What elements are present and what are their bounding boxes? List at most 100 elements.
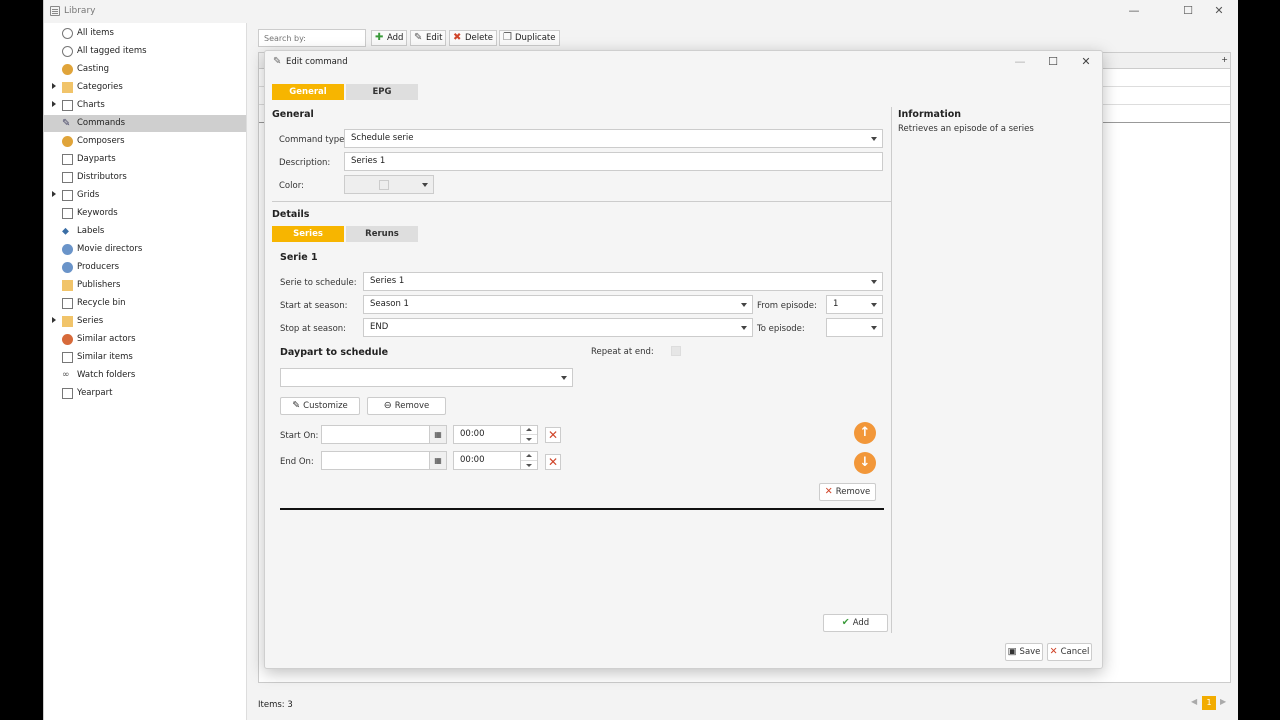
sidebar-item-label: All tagged items — [77, 46, 147, 56]
close-icon[interactable]: ✕ — [1076, 54, 1096, 70]
sidebar-item-recycle-bin[interactable]: Recycle bin — [44, 295, 246, 312]
description-label: Description: — [279, 158, 331, 168]
move-down-icon[interactable]: ↓ — [854, 452, 876, 474]
spin-up-icon[interactable] — [526, 428, 532, 431]
duplicate-button[interactable]: ❐ Duplicate — [499, 30, 560, 46]
sidebar-item-yearpart[interactable]: Yearpart — [44, 385, 246, 402]
search-input[interactable] — [258, 29, 366, 47]
sidebar-item-composers[interactable]: Composers — [44, 133, 246, 150]
spin-down-icon[interactable] — [526, 464, 532, 467]
repeat-at-end-checkbox[interactable] — [671, 346, 681, 356]
command-type-label: Command type: — [279, 135, 348, 145]
sidebar-item-label: Composers — [77, 136, 125, 146]
sidebar-item-labels[interactable]: ⬥ Labels — [44, 223, 246, 240]
sidebar-item-all-items[interactable]: All items — [44, 25, 246, 42]
prev-page-icon[interactable]: ◀ — [1191, 697, 1197, 706]
serie-to-schedule-select[interactable]: Series 1 — [363, 272, 883, 291]
remove-daypart-button[interactable]: ⊖ Remove — [367, 397, 446, 415]
add-button[interactable]: ✚ Add — [371, 30, 408, 46]
start-season-select[interactable]: Season 1 — [363, 295, 753, 314]
tab-general[interactable]: General — [272, 84, 344, 100]
save-button[interactable]: ▣ Save — [1005, 643, 1043, 661]
sidebar-item-movie-directors[interactable]: Movie directors — [44, 241, 246, 258]
minimize-icon[interactable]: — — [1121, 3, 1147, 19]
sidebar-item-producers[interactable]: Producers — [44, 259, 246, 276]
daypart-select[interactable] — [280, 368, 573, 387]
delete-label: Delete — [465, 33, 493, 43]
edit-button[interactable]: ✎ Edit — [410, 30, 447, 46]
spin-up-icon[interactable] — [526, 454, 532, 457]
add-button[interactable]: ✔ Add — [823, 614, 888, 632]
information-text: Retrieves an episode of a series — [898, 124, 1034, 134]
maximize-icon[interactable]: ☐ — [1175, 3, 1201, 19]
close-icon[interactable]: ✕ — [1206, 3, 1232, 19]
move-up-icon[interactable]: ↑ — [854, 422, 876, 444]
tab-epg[interactable]: EPG — [346, 84, 418, 100]
sidebar-item-similar-actors[interactable]: Similar actors — [44, 331, 246, 348]
sidebar-item-all-tagged-items[interactable]: All tagged items — [44, 43, 246, 60]
end-time-stepper[interactable] — [520, 451, 538, 470]
sidebar-item-keywords[interactable]: Keywords — [44, 205, 246, 222]
end-time-input[interactable]: 00:00 — [453, 451, 521, 470]
sidebar-item-similar-items[interactable]: Similar items — [44, 349, 246, 366]
start-on-date-input[interactable] — [321, 425, 430, 444]
calendar-icon — [62, 154, 73, 165]
chevron-down-icon — [871, 326, 877, 330]
spin-down-icon[interactable] — [526, 438, 532, 441]
page-button[interactable]: 1 — [1202, 696, 1216, 710]
expand-arrow-icon[interactable] — [52, 317, 56, 323]
next-page-icon[interactable]: ▶ — [1220, 697, 1226, 706]
chevron-down-icon — [871, 280, 877, 284]
end-on-date-input[interactable] — [321, 451, 430, 470]
calendar-icon[interactable]: ▦ — [429, 425, 447, 444]
stop-season-select[interactable]: END — [363, 318, 753, 337]
maximize-icon[interactable]: ☐ — [1043, 54, 1063, 70]
sidebar-item-charts[interactable]: Charts — [44, 97, 246, 114]
sidebar-item-distributors[interactable]: Distributors — [44, 169, 246, 186]
remove-period-button[interactable]: ✕ Remove — [819, 483, 876, 501]
from-episode-label: From episode: — [757, 301, 817, 311]
to-episode-select[interactable] — [826, 318, 883, 337]
sidebar-item-casting[interactable]: Casting — [44, 61, 246, 78]
calendar-icon — [62, 388, 73, 399]
sidebar-item-watch-folders[interactable]: ∞ Watch folders — [44, 367, 246, 384]
grid-add-column-icon[interactable]: + — [1221, 55, 1228, 64]
folder-icon — [62, 82, 73, 93]
cancel-button[interactable]: ✕ Cancel — [1047, 643, 1092, 661]
sidebar-item-series[interactable]: Series — [44, 313, 246, 330]
customize-button[interactable]: ✎ Customize — [280, 397, 360, 415]
tab-reruns[interactable]: Reruns — [346, 226, 418, 242]
delete-button[interactable]: ✖ Delete — [449, 30, 497, 46]
pencil-icon: ✎ — [414, 32, 423, 43]
delete-x-icon: ✕ — [824, 486, 833, 497]
color-picker[interactable] — [344, 175, 434, 194]
dialog-titlebar: ✎ Edit command — ☐ ✕ — [265, 51, 1102, 73]
start-time-input[interactable]: 00:00 — [453, 425, 521, 444]
sidebar-item-dayparts[interactable]: Dayparts — [44, 151, 246, 168]
from-episode-select[interactable]: 1 — [826, 295, 883, 314]
expand-arrow-icon[interactable] — [52, 191, 56, 197]
sidebar-item-label: Labels — [77, 226, 105, 236]
expand-arrow-icon[interactable] — [52, 101, 56, 107]
minimize-icon[interactable]: — — [1010, 54, 1030, 70]
description-input[interactable]: Series 1 — [344, 152, 883, 171]
sidebar-item-publishers[interactable]: Publishers — [44, 277, 246, 294]
remove-label: Remove — [394, 401, 430, 411]
sidebar-item-label: Movie directors — [77, 244, 143, 254]
expand-arrow-icon[interactable] — [52, 83, 56, 89]
command-type-select[interactable]: Schedule serie — [344, 129, 883, 148]
sidebar-item-label: Casting — [77, 64, 110, 74]
library-icon — [50, 6, 60, 16]
sidebar-item-label: Similar actors — [77, 334, 136, 344]
sidebar-item-grids[interactable]: Grids — [44, 187, 246, 204]
clear-start-button[interactable]: ✕ — [545, 427, 561, 443]
calendar-icon[interactable]: ▦ — [429, 451, 447, 470]
clear-end-button[interactable]: ✕ — [545, 454, 561, 470]
add-label: Add — [852, 618, 870, 628]
start-time-stepper[interactable] — [520, 425, 538, 444]
sidebar-item-categories[interactable]: Categories — [44, 79, 246, 96]
stop-season-label: Stop at season: — [280, 324, 347, 334]
sidebar-item-label: Publishers — [77, 280, 121, 290]
sidebar-item-commands[interactable]: ✎ Commands — [44, 115, 246, 132]
tab-series[interactable]: Series — [272, 226, 344, 242]
